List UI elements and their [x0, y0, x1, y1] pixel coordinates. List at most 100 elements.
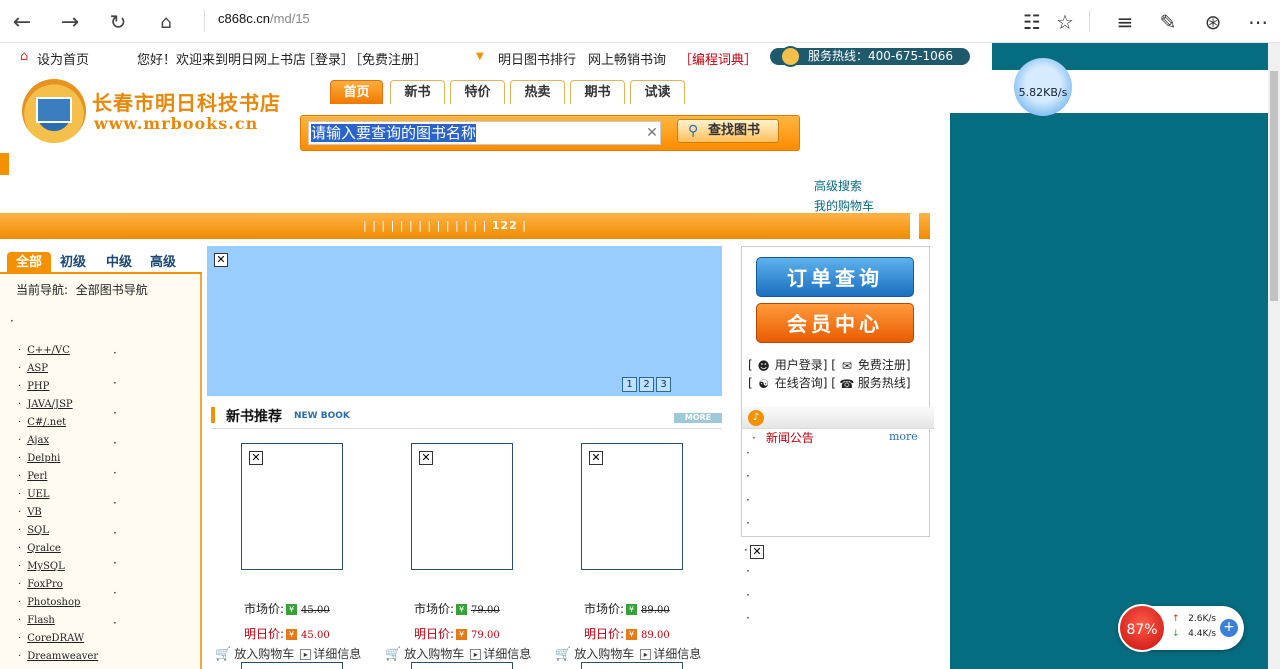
address-bar[interactable]: c868c.cn/md/15: [218, 11, 310, 26]
category-link[interactable]: Qralce: [27, 543, 61, 554]
category-item[interactable]: · FoxPro: [18, 579, 63, 590]
tab-period[interactable]: 期书: [570, 80, 625, 104]
category-link[interactable]: PHP: [27, 381, 49, 392]
free-register-link[interactable]: 免费注册: [858, 358, 906, 372]
tab-new[interactable]: 新书: [390, 80, 445, 104]
category-item[interactable]: · Photoshop: [18, 597, 80, 608]
category-item[interactable]: · Perl: [18, 471, 47, 482]
details-link[interactable]: 详细信息: [483, 647, 531, 661]
refresh-icon[interactable]: ↻: [103, 7, 133, 37]
category-link[interactable]: VB: [27, 507, 42, 518]
browser-toolbar: ← → ↻ ⌂ c868c.cn/md/15 ☷ ☆ ≡ ✎ ⊛ ⋯: [0, 0, 1280, 43]
add-to-cart-link[interactable]: 放入购物车: [574, 647, 634, 661]
book-cover[interactable]: ✕: [581, 443, 683, 570]
set-home-link[interactable]: 设为首页: [37, 49, 89, 68]
category-link[interactable]: Photoshop: [27, 597, 80, 608]
book-cover[interactable]: [411, 662, 513, 669]
tab-level-intermediate[interactable]: 中级: [97, 252, 141, 274]
book-cover[interactable]: ✕: [411, 443, 513, 570]
news-more-link[interactable]: more: [889, 430, 918, 443]
bestseller-link[interactable]: 网上畅销书询: [588, 49, 666, 68]
category-link[interactable]: UEL: [27, 489, 49, 500]
search-input[interactable]: 请输入要查询的图书名称: [308, 121, 661, 145]
network-monitor-widget[interactable]: 87% ↑ 2.6K/s ↓ 4.4K/s +: [1118, 604, 1244, 652]
online-consult-link[interactable]: 在线咨询: [775, 376, 823, 390]
news-item[interactable]: · 新闻公告: [752, 429, 814, 446]
category-item[interactable]: · CoreDRAW: [18, 633, 84, 644]
register-link[interactable]: ［免费注册］: [349, 49, 427, 68]
our-price: 明日价: ¥45.00: [244, 625, 330, 642]
forward-icon[interactable]: →: [55, 7, 85, 37]
service-hotline-link[interactable]: 服务热线: [858, 376, 906, 390]
category-item[interactable]: · C#/.net: [18, 417, 66, 428]
banner-page-1[interactable]: 1: [622, 377, 637, 392]
details-link[interactable]: 详细信息: [653, 647, 701, 661]
back-icon[interactable]: ←: [7, 7, 37, 37]
login-link[interactable]: ［登录］: [302, 49, 354, 68]
user-login-link[interactable]: 用户登录: [775, 358, 823, 372]
member-center-button[interactable]: 会员中心: [756, 303, 914, 343]
reading-list-icon[interactable]: ☷: [1017, 7, 1047, 37]
favorite-star-icon[interactable]: ☆: [1050, 7, 1080, 37]
category-link[interactable]: FoxPro: [27, 579, 63, 590]
category-link[interactable]: Dreamweaver: [27, 651, 98, 662]
hub-icon[interactable]: ≡: [1110, 7, 1140, 37]
category-link[interactable]: Delphi: [27, 453, 60, 464]
book-cover[interactable]: [241, 662, 343, 669]
background-teal: [950, 113, 1268, 669]
category-link[interactable]: ASP: [27, 363, 48, 374]
category-item[interactable]: · UEL: [18, 489, 50, 500]
tab-trial[interactable]: 试读: [630, 80, 685, 104]
scrollbar-thumb[interactable]: [1270, 71, 1278, 301]
add-to-cart-link[interactable]: 放入购物车: [234, 647, 294, 661]
category-link[interactable]: C++/VC: [27, 345, 70, 356]
tab-home[interactable]: 首页: [330, 80, 383, 104]
category-link[interactable]: Ajax: [27, 435, 49, 446]
add-to-cart-link[interactable]: 放入购物车: [404, 647, 464, 661]
category-item[interactable]: · Delphi: [18, 453, 60, 464]
category-link[interactable]: Flash: [27, 615, 55, 626]
more-button[interactable]: MORE: [674, 413, 722, 423]
category-link[interactable]: SQL: [27, 525, 49, 536]
banner-page-3[interactable]: 3: [656, 377, 671, 392]
tab-level-all[interactable]: 全部: [7, 252, 52, 274]
ranking-link[interactable]: 明日图书排行: [498, 49, 576, 68]
tab-hot[interactable]: 热卖: [510, 80, 565, 104]
category-item[interactable]: · Flash: [18, 615, 55, 626]
book-cover[interactable]: [581, 662, 683, 669]
category-item[interactable]: · PHP: [18, 381, 49, 392]
category-item[interactable]: · Qralce: [18, 543, 61, 554]
home-icon[interactable]: ⌂: [151, 7, 181, 37]
category-item[interactable]: · Ajax: [18, 435, 49, 446]
advanced-search-link[interactable]: 高级搜索: [814, 176, 874, 196]
dictionary-link[interactable]: ［编程词典］: [679, 49, 757, 68]
plus-icon[interactable]: +: [1220, 619, 1238, 637]
tab-level-advanced[interactable]: 高级: [141, 252, 185, 274]
tab-level-beginner[interactable]: 初级: [51, 252, 95, 274]
web-note-icon[interactable]: ✎: [1153, 7, 1183, 37]
category-item[interactable]: · VB: [18, 507, 42, 518]
category-item[interactable]: · Dreamweaver: [18, 651, 98, 662]
book-cover[interactable]: ✕: [241, 443, 343, 570]
category-item[interactable]: · SQL: [18, 525, 49, 536]
order-query-button[interactable]: 订单查询: [756, 257, 914, 297]
category-link[interactable]: Perl: [27, 471, 47, 482]
more-icon[interactable]: ⋯: [1243, 7, 1273, 37]
category-item[interactable]: · ASP: [18, 363, 48, 374]
category-item[interactable]: · JAVA/JSP: [18, 399, 73, 410]
category-item[interactable]: · C++/VC: [18, 345, 70, 356]
network-speed-bubble[interactable]: 5.82KB/s: [1014, 58, 1072, 116]
tab-special[interactable]: 特价: [450, 80, 505, 104]
share-icon[interactable]: ⊛: [1198, 7, 1228, 37]
category-link[interactable]: CoreDRAW: [27, 633, 84, 644]
category-link[interactable]: C#/.net: [27, 417, 66, 428]
banner-page-2[interactable]: 2: [639, 377, 654, 392]
details-link[interactable]: 详细信息: [313, 647, 361, 661]
clear-icon[interactable]: ✕: [644, 121, 660, 145]
category-link[interactable]: MySQL: [27, 561, 65, 572]
category-link[interactable]: JAVA/JSP: [27, 399, 72, 410]
category-item[interactable]: · MySQL: [18, 561, 65, 572]
search-button[interactable]: ⚲ 查找图书: [677, 119, 779, 143]
bullet: ·: [18, 345, 22, 356]
banner-image[interactable]: [207, 246, 722, 396]
